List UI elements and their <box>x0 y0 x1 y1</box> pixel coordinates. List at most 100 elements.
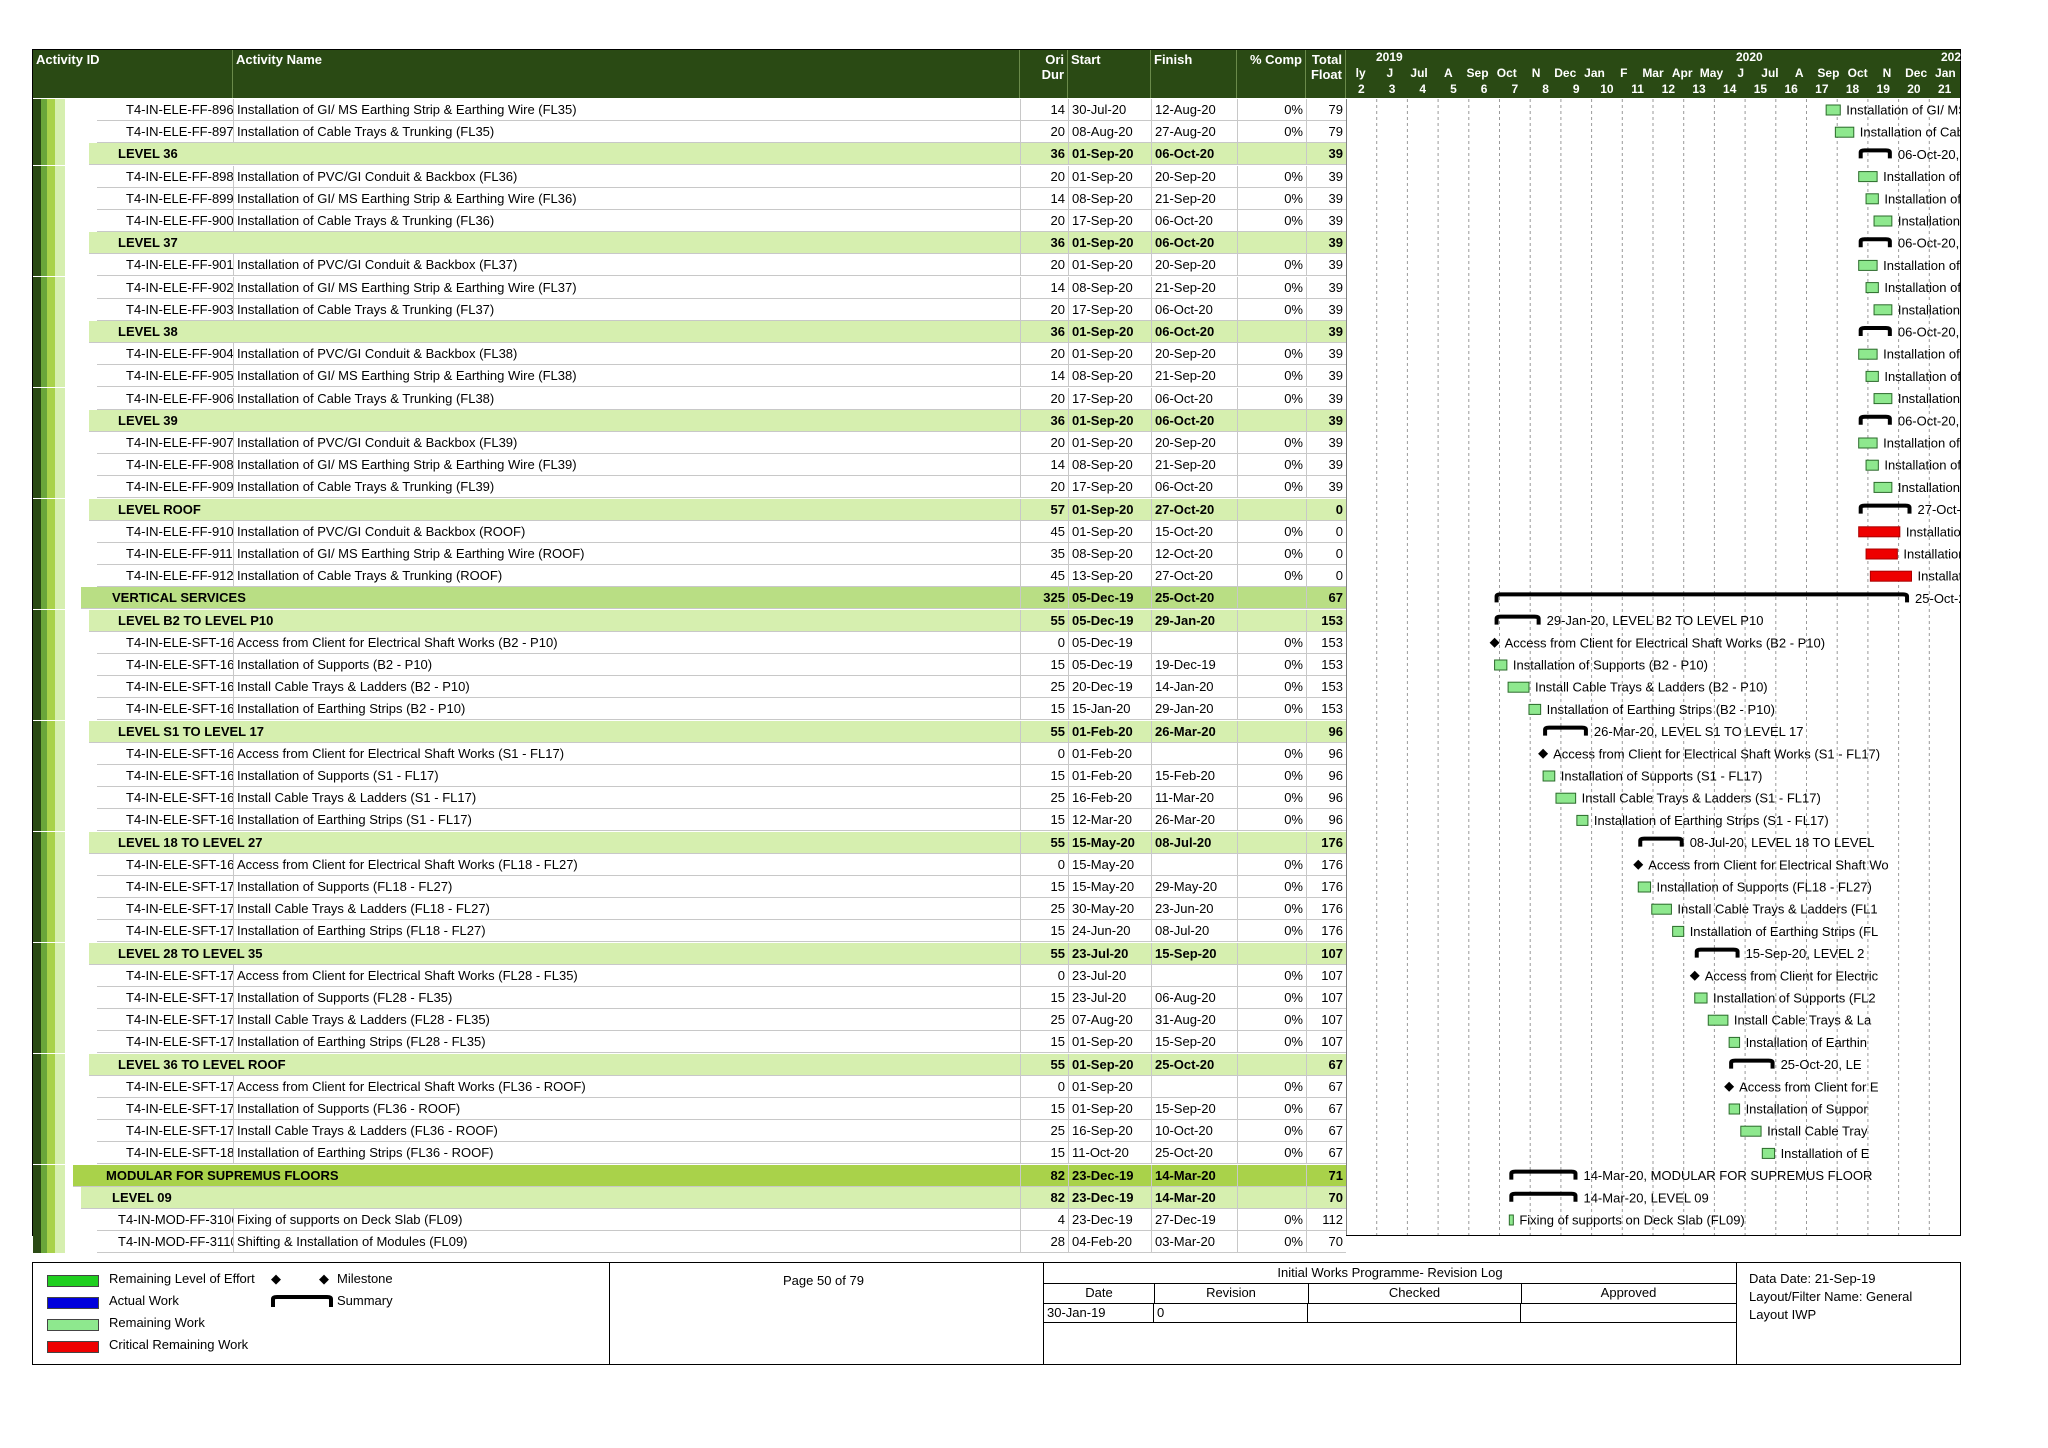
remaining-bar[interactable] <box>1555 792 1577 804</box>
cell-pct <box>1237 143 1306 166</box>
summary-bar[interactable] <box>1509 1169 1578 1180</box>
cell-name: Installation of Supports (FL18 - FL27) <box>233 876 1020 898</box>
summary-bar[interactable] <box>1858 148 1892 159</box>
timescale-week: 9 <box>1572 82 1580 96</box>
cell-name: Installation of PVC/GI Conduit & Backbox… <box>233 432 1020 454</box>
remaining-bar[interactable] <box>1651 903 1672 915</box>
summary-bar[interactable] <box>1494 614 1541 625</box>
remaining-bar[interactable] <box>1728 1036 1741 1048</box>
remaining-bar[interactable] <box>1494 659 1508 671</box>
cell-name: LEVEL 28 TO LEVEL 35 <box>118 945 263 961</box>
cell-id: T4-IN-ELE-SFT-1800 <box>126 1145 233 1161</box>
remaining-bar[interactable] <box>1528 703 1542 715</box>
bar-label: Installation of PV <box>1906 524 1960 539</box>
remaining-bar[interactable] <box>1873 481 1893 493</box>
cell-name: LEVEL S1 TO LEVEL 17 <box>118 723 264 739</box>
remaining-bar[interactable] <box>1694 992 1708 1004</box>
cell-dur: 15 <box>1020 1098 1068 1120</box>
summary-bar[interactable] <box>1729 1058 1775 1069</box>
cell-name: Install Cable Trays & Ladders (B2 - P10) <box>233 676 1020 699</box>
cell-name: Access from Client for Electrical Shaft … <box>233 742 1020 765</box>
pct-comp-header[interactable]: % Comp <box>1237 50 1306 98</box>
tree-indent-band <box>33 676 97 699</box>
cell-finish: 20-Sep-20 <box>1151 343 1237 366</box>
cell-finish: 21-Sep-20 <box>1151 365 1237 388</box>
remaining-bar[interactable] <box>1761 1147 1776 1159</box>
remaining-bar[interactable] <box>1865 370 1879 382</box>
start-header[interactable]: Start <box>1068 50 1151 98</box>
cell-float: 79 <box>1306 121 1346 144</box>
remaining-bar[interactable] <box>1873 393 1893 405</box>
activity-name-header[interactable]: Activity Name <box>233 50 1020 98</box>
remaining-bar[interactable] <box>1865 459 1879 471</box>
remaining-bar[interactable] <box>1834 126 1855 138</box>
milestone-diamond[interactable] <box>1689 970 1700 981</box>
summary-bar[interactable] <box>1509 1191 1578 1202</box>
summary-bar[interactable] <box>1543 725 1588 736</box>
critical-bar[interactable] <box>1865 548 1898 560</box>
finish-header[interactable]: Finish <box>1151 50 1237 98</box>
remaining-bar[interactable] <box>1858 171 1878 183</box>
cell-pct <box>1237 831 1306 854</box>
milestone-diamond[interactable] <box>1724 1081 1735 1092</box>
cell-float: 71 <box>1306 1164 1346 1187</box>
cell-name: Installation of Cable Trays & Trunking (… <box>233 121 1020 144</box>
cell-name: LEVEL 36 TO LEVEL ROOF <box>118 1056 286 1072</box>
milestone-diamond[interactable] <box>1489 637 1500 648</box>
summary-bar[interactable] <box>1694 947 1740 958</box>
cell-pct <box>1237 1053 1306 1076</box>
cell-float: 176 <box>1306 876 1346 898</box>
total-float-header[interactable]: Total Float <box>1306 50 1346 98</box>
cell-start: 11-Oct-20 <box>1068 1142 1151 1165</box>
remaining-bar[interactable] <box>1858 348 1878 360</box>
cell-pct: 0% <box>1237 654 1306 676</box>
legend-actual-label: Actual Work <box>109 1293 179 1308</box>
summary-bar[interactable] <box>1858 326 1892 336</box>
remaining-bar[interactable] <box>1707 1014 1729 1026</box>
remaining-bar[interactable] <box>1858 259 1878 271</box>
cell-id: T4-IN-ELE-SFT-1690 <box>126 856 233 872</box>
bar-label: 06-Oct-20, LEVEL <box>1898 325 1960 340</box>
cell-pct: 0% <box>1237 1098 1306 1120</box>
remaining-bar[interactable] <box>1507 681 1530 693</box>
milestone-diamond[interactable] <box>1538 748 1549 759</box>
critical-bar[interactable] <box>1858 526 1901 538</box>
remaining-bar[interactable] <box>1672 925 1685 937</box>
cell-dur: 20 <box>1020 343 1068 366</box>
cell-start: 01-Sep-20 <box>1068 232 1151 255</box>
cell-pct: 0% <box>1237 631 1306 654</box>
remaining-bar[interactable] <box>1825 104 1841 116</box>
remaining-bar[interactable] <box>1740 1125 1762 1137</box>
orig-dur-header[interactable]: Ori Dur <box>1020 50 1068 98</box>
remaining-bar[interactable] <box>1508 1214 1514 1226</box>
summary-bar[interactable] <box>1858 237 1892 248</box>
cell-start: 30-May-20 <box>1068 898 1151 921</box>
cell-float: 153 <box>1306 698 1346 721</box>
cell-start: 23-Jul-20 <box>1068 942 1151 965</box>
remaining-bar[interactable] <box>1865 282 1879 294</box>
remaining-bar[interactable] <box>1873 304 1893 316</box>
cell-start: 17-Sep-20 <box>1068 210 1151 232</box>
cell-start: 01-Sep-20 <box>1068 1053 1151 1076</box>
cell-float: 0 <box>1306 498 1346 521</box>
summary-bar[interactable] <box>1858 414 1892 425</box>
bar-label: Access from Client for Electrical Shaft … <box>1505 635 1826 650</box>
legend-summary-icon <box>271 1295 333 1307</box>
remaining-bar[interactable] <box>1858 437 1878 449</box>
summary-bar[interactable] <box>1638 836 1684 847</box>
remaining-bar[interactable] <box>1865 193 1879 205</box>
remaining-bar[interactable] <box>1637 881 1652 893</box>
remaining-bar[interactable] <box>1728 1103 1741 1115</box>
remaining-bar[interactable] <box>1576 814 1589 826</box>
cell-pct <box>1237 1164 1306 1187</box>
summary-bar[interactable] <box>1494 592 1910 603</box>
cell-start: 01-Sep-20 <box>1068 409 1151 432</box>
remaining-bar[interactable] <box>1873 215 1893 227</box>
cell-pct: 0% <box>1237 1009 1306 1032</box>
tree-indent-band <box>33 232 97 255</box>
tree-indent-band <box>33 1009 97 1032</box>
critical-bar[interactable] <box>1869 570 1912 582</box>
remaining-bar[interactable] <box>1542 770 1556 782</box>
activity-id-header[interactable]: Activity ID <box>33 50 233 98</box>
milestone-diamond[interactable] <box>1633 859 1644 870</box>
